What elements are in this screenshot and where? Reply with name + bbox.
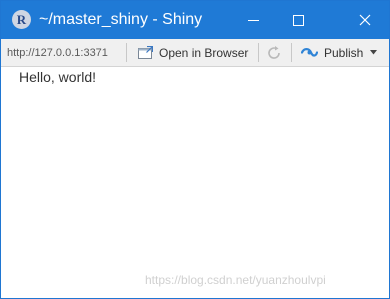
shiny-window: R ~/master_shiny - Shiny http://127.0.0.… <box>0 0 390 299</box>
close-button[interactable] <box>342 1 387 39</box>
watermark-text: https://blog.csdn.net/yuanzhoulvpi <box>145 273 326 287</box>
close-icon <box>359 14 370 26</box>
window-title: ~/master_shiny - Shiny <box>39 11 203 28</box>
toolbar-divider <box>291 43 292 62</box>
publish-menu-button[interactable] <box>370 43 377 62</box>
maximize-icon <box>293 14 304 26</box>
refresh-icon <box>268 45 280 59</box>
url-label[interactable]: http://127.0.0.1:3371 <box>7 47 108 59</box>
toolbar-divider <box>258 43 259 62</box>
viewer-toolbar: http://127.0.0.1:3371 Open in Browser Pu… <box>1 39 389 67</box>
open-in-browser-icon <box>138 46 153 59</box>
minimize-button[interactable] <box>231 1 276 39</box>
r-logo-icon: R <box>12 10 31 29</box>
hello-text: Hello, world! <box>19 69 97 85</box>
chevron-down-icon <box>370 50 377 55</box>
publish-label: Publish <box>324 45 364 60</box>
refresh-button[interactable] <box>265 43 283 62</box>
toolbar-divider <box>126 43 127 62</box>
publish-button[interactable]: Publish <box>301 43 363 62</box>
minimize-icon <box>248 19 259 21</box>
open-in-browser-button[interactable]: Open in Browser <box>138 43 248 62</box>
app-content: Hello, world! https://blog.csdn.net/yuan… <box>1 67 389 298</box>
title-bar[interactable]: R ~/master_shiny - Shiny <box>1 1 389 39</box>
publish-icon <box>301 48 318 57</box>
maximize-button[interactable] <box>276 1 321 39</box>
open-in-browser-label: Open in Browser <box>159 45 249 60</box>
